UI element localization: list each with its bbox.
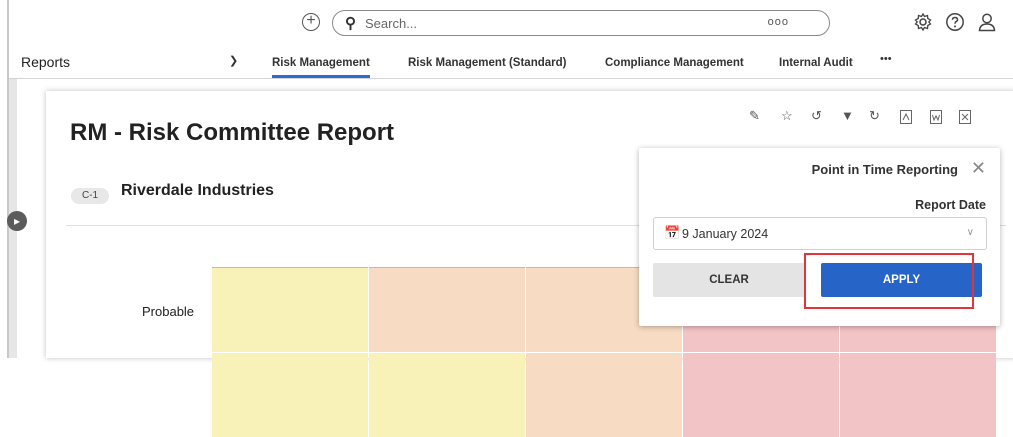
matrix-cell <box>369 267 525 352</box>
tab-internal-audit[interactable]: Internal Audit <box>779 57 853 69</box>
matrix-cell <box>840 353 996 437</box>
help-icon[interactable] <box>945 12 965 32</box>
nav-bar: Reports ❯ Risk Management Risk Managemen… <box>9 46 1013 79</box>
company-name: Riverdale Industries <box>121 182 274 199</box>
matrix-cell <box>369 353 525 437</box>
plus-circle-icon[interactable]: + <box>302 13 320 31</box>
report-date-picker[interactable]: 📅 9 January 2024 ∨ <box>653 217 987 250</box>
tab-risk-management-standard[interactable]: Risk Management (Standard) <box>408 57 566 69</box>
pdf-icon[interactable] <box>900 110 912 124</box>
matrix-cell <box>212 267 368 352</box>
star-icon[interactable]: ☆ <box>781 108 793 124</box>
expand-sidebar-icon[interactable]: ▸ <box>7 211 27 231</box>
search-options-icon[interactable]: ooo <box>768 16 789 28</box>
filter-icon[interactable]: ▼ <box>841 108 854 123</box>
calendar-icon: 📅 <box>664 225 681 240</box>
page-title: RM - Risk Committee Report <box>70 119 395 146</box>
tab-compliance-management[interactable]: Compliance Management <box>605 57 744 69</box>
report-badge: C-1 <box>71 188 109 204</box>
close-icon[interactable]: ✕ <box>971 158 986 179</box>
search-input[interactable]: ⚲ Search... ooo <box>332 10 830 36</box>
search-icon: ⚲ <box>345 15 356 32</box>
matrix-cell <box>526 353 682 437</box>
report-date-label: Report Date <box>915 198 986 212</box>
more-tabs-icon[interactable]: ••• <box>880 53 892 65</box>
settings-icon[interactable] <box>913 12 933 32</box>
user-icon[interactable] <box>977 12 997 32</box>
chevron-down-icon[interactable]: ❯ <box>229 54 238 67</box>
pencil-icon[interactable]: ✎ <box>749 108 760 124</box>
likelihood-label: Probable <box>142 304 195 319</box>
chevron-down-icon[interactable]: ∨ <box>967 227 974 238</box>
refresh-icon[interactable]: ↻ <box>869 108 880 124</box>
top-bar: + ⚲ Search... ooo <box>9 0 1013 47</box>
reports-menu[interactable]: Reports <box>21 54 70 70</box>
report-date-value: 9 January 2024 <box>682 227 769 241</box>
sidebar-strip: ▸ <box>7 79 27 358</box>
tab-risk-management[interactable]: Risk Management <box>272 57 370 78</box>
matrix-cell <box>212 353 368 437</box>
matrix-cell <box>683 353 839 437</box>
search-placeholder: Search... <box>365 16 418 31</box>
history-icon[interactable]: ↺ <box>811 108 822 124</box>
word-icon[interactable] <box>930 110 942 124</box>
clear-button[interactable]: CLEAR <box>653 263 805 297</box>
excel-icon[interactable] <box>959 110 971 124</box>
apply-highlight-box <box>804 253 974 309</box>
popup-title: Point in Time Reporting <box>811 162 958 177</box>
